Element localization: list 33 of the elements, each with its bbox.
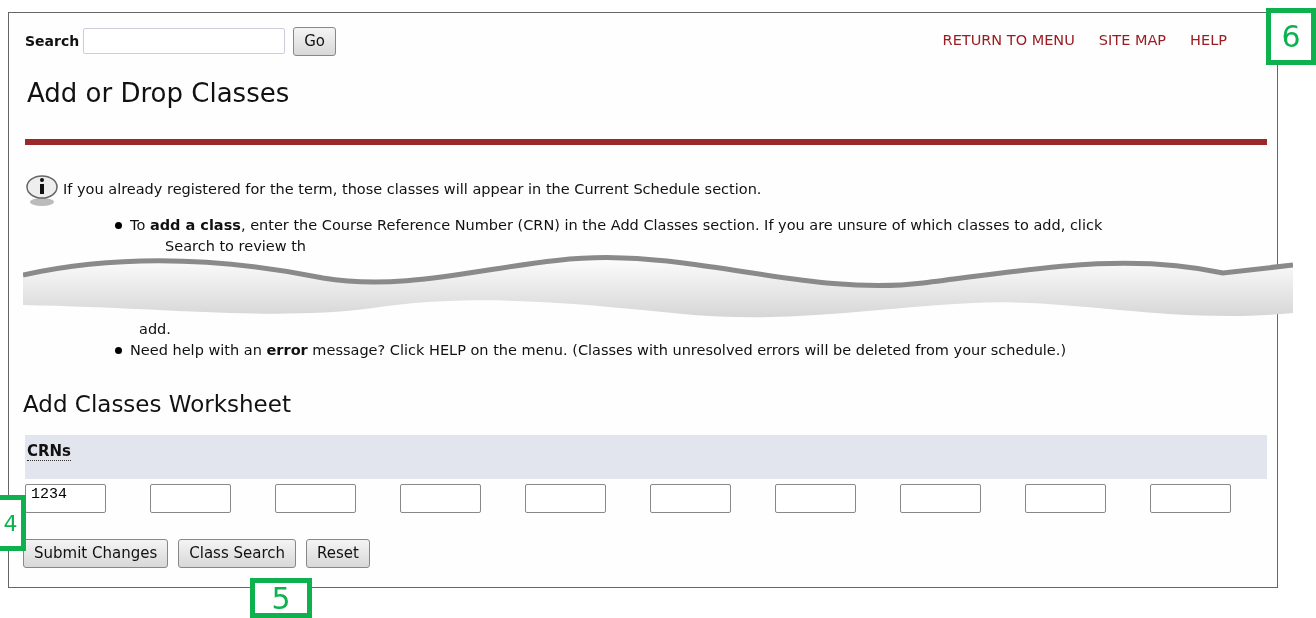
crn-field[interactable]: [650, 484, 731, 514]
crn-field[interactable]: [525, 484, 606, 514]
partial-text: Search to review th: [164, 236, 308, 256]
crn-field[interactable]: [1025, 484, 1106, 514]
crn-field[interactable]: 1234: [25, 484, 106, 514]
worksheet-title: Add Classes Worksheet: [23, 389, 292, 419]
bullet-text: To add a class, enter the Course Reference Number (CRN) in the Add Classes section. If you are unsure of which classes to add, click: [130, 215, 1103, 235]
crn-field[interactable]: [775, 484, 856, 514]
callout-label: 5: [250, 578, 312, 618]
crn-field[interactable]: [400, 484, 481, 514]
search-field[interactable]: [83, 28, 286, 55]
menu-link[interactable]: RETURN TO MENU: [942, 30, 1075, 53]
go-button[interactable]: Go: [293, 27, 336, 56]
menu-link[interactable]: HELP: [1190, 30, 1227, 53]
action-button[interactable]: Submit Changes: [23, 539, 169, 568]
crn-field[interactable]: [275, 484, 356, 514]
crn-field[interactable]: [150, 484, 231, 514]
crn-field[interactable]: [1150, 484, 1231, 514]
menu-link[interactable]: SITE MAP: [1098, 30, 1167, 53]
search-label: Search: [25, 31, 80, 51]
bullet-text: Need help with an error message? Click HELP on the menu. (Classes with unresolved errors will be deleted from your schedule.): [130, 340, 1067, 360]
crn-header: CRNs: [27, 442, 72, 462]
action-button[interactable]: Reset: [306, 539, 370, 568]
partial-text: add.: [138, 319, 172, 339]
info-icon: [25, 172, 59, 207]
info-text: If you already registered for the term, those classes will appear in the Current Schedule section.: [63, 179, 762, 199]
callout-label: 4: [0, 495, 26, 551]
bullet-icon: [115, 221, 122, 229]
crn-field[interactable]: [900, 484, 981, 514]
page-title: Add or Drop Classes: [27, 77, 291, 109]
bullet-icon: [115, 346, 122, 354]
action-button[interactable]: Class Search: [178, 539, 296, 568]
callout-label: 6: [1266, 8, 1316, 65]
